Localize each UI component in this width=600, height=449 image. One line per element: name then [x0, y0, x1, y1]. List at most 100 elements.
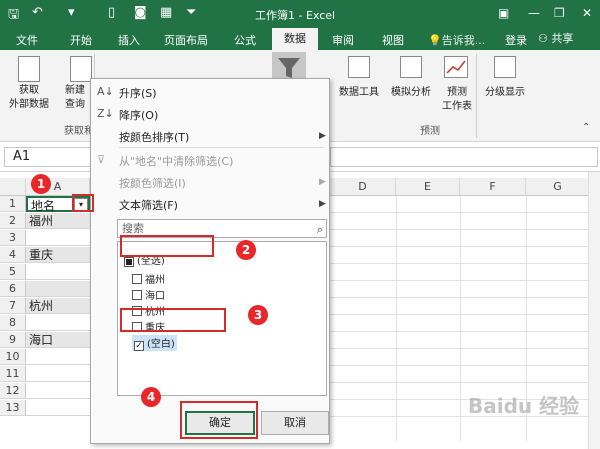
row-header[interactable]: 4 [0, 247, 26, 263]
sort-descending-item[interactable]: 降序(O) [119, 107, 158, 123]
tab-formulas[interactable]: 公式 [234, 32, 256, 48]
tab-file[interactable]: 文件 [16, 32, 38, 48]
checkbox-checked-icon: ✓ [134, 341, 144, 351]
customize-icon[interactable]: ⏷ [186, 5, 196, 20]
list-item[interactable]: 海口 [132, 287, 165, 302]
cell-a12[interactable] [26, 383, 90, 399]
watermark: Baidu 经验 [468, 394, 580, 418]
row-header[interactable]: 11 [0, 366, 26, 382]
undo-icon[interactable]: ↶ [32, 5, 43, 20]
close-icon[interactable]: ✕ [582, 6, 592, 20]
get-data-label-2: 外部数据 [9, 99, 49, 110]
list-item[interactable]: 福州 [132, 271, 165, 286]
camera-icon[interactable]: ◙ [134, 5, 147, 20]
whatif-icon [400, 56, 422, 78]
annotation-box [120, 308, 226, 332]
whatif-analysis-button[interactable]: 模拟分析 [386, 86, 436, 100]
cell-a13[interactable] [26, 400, 90, 416]
annotation-marker: 4 [141, 387, 161, 407]
redo-dropdown-icon[interactable]: ▾ [68, 5, 75, 20]
tab-data[interactable]: 数据 [272, 28, 318, 50]
tell-me-label: 告诉我... [441, 34, 486, 47]
cell-a3[interactable] [26, 230, 90, 246]
column-header-e[interactable]: E [396, 178, 460, 196]
row-header[interactable]: 10 [0, 349, 26, 365]
login-link[interactable]: 登录 [505, 32, 527, 48]
ribbon-display-icon[interactable]: ▣ [498, 6, 509, 20]
column-header-d[interactable]: D [330, 178, 396, 196]
save-icon[interactable]: 🖫 [8, 5, 19, 27]
minimize-icon[interactable]: — [528, 6, 540, 20]
tab-view[interactable]: 视图 [382, 32, 404, 48]
get-external-data-button[interactable]: 获取 外部数据 [2, 84, 56, 112]
ribbon-tabs: 文件 开始 插入 页面布局 公式 数据 审阅 视图 💡告诉我... 登录 ⚇ 共… [0, 28, 600, 50]
get-data-label: 获取 [19, 85, 39, 96]
cell-a6[interactable] [26, 281, 90, 297]
row-header[interactable]: 2 [0, 213, 26, 229]
cell-a7[interactable]: 杭州 [26, 298, 90, 314]
macro-icon[interactable]: ▦ [160, 5, 172, 20]
grid-line [330, 348, 600, 349]
forecast-sheet-button[interactable]: 预测 工作表 [440, 86, 474, 114]
row-header[interactable]: 12 [0, 383, 26, 399]
column-header-f[interactable]: F [460, 178, 526, 196]
new-query-label: 新建 [65, 85, 85, 96]
tell-me-input[interactable]: 💡告诉我... [428, 32, 485, 48]
outline-icon [494, 56, 516, 78]
row-header[interactable]: 1 [0, 196, 26, 212]
grid-line [330, 382, 600, 383]
group-forecast: 预测 [420, 126, 440, 137]
get-data-icon [18, 56, 40, 82]
sort-by-color-item[interactable]: 按颜色排序(T) [119, 129, 189, 145]
column-header-g[interactable]: G [526, 178, 590, 196]
list-item-label: (空白) [147, 339, 175, 350]
share-button[interactable]: ⚇ 共享 [538, 30, 598, 48]
cell-a10[interactable] [26, 349, 90, 365]
search-placeholder: 搜索 [122, 222, 144, 235]
row-header[interactable]: 6 [0, 281, 26, 297]
cell-a11[interactable] [26, 366, 90, 382]
text-filters-item[interactable]: 文本筛选(F) [119, 197, 178, 213]
search-icon: ⌕ [316, 223, 323, 236]
clear-filter-icon: ⊽ [97, 153, 106, 166]
sort-ascending-icon: A↓ [97, 85, 114, 98]
submenu-arrow-icon: ▶ [319, 199, 326, 209]
grid-line [330, 263, 600, 264]
cell-a9[interactable]: 海口 [26, 332, 90, 348]
window-title: 工作簿1 - Excel [255, 9, 336, 22]
cell-a2[interactable]: 福州 [26, 213, 90, 229]
outline-button[interactable]: 分级显示 [480, 86, 530, 100]
name-box[interactable]: A1 [4, 147, 92, 167]
select-all-corner[interactable] [0, 178, 26, 196]
cancel-button[interactable]: 取消 [261, 411, 329, 435]
row-header[interactable]: 13 [0, 400, 26, 416]
new-query-button[interactable]: 新建 查询 [60, 84, 90, 112]
list-item[interactable]: ✓ (空白) [132, 335, 177, 351]
cell-a5[interactable] [26, 264, 90, 280]
data-tools-icon [348, 56, 370, 78]
row-header[interactable]: 3 [0, 230, 26, 246]
cell-a8[interactable] [26, 315, 90, 331]
filter-by-color-item: 按颜色筛选(I) [119, 177, 186, 190]
restore-icon[interactable]: ❐ [554, 6, 565, 20]
vertical-scrollbar[interactable] [588, 172, 600, 449]
sort-ascending-item[interactable]: 升序(S) [119, 85, 157, 101]
formula-input[interactable] [330, 147, 598, 167]
tab-page-layout[interactable]: 页面布局 [164, 32, 208, 48]
new-icon[interactable]: ▯ [108, 5, 115, 20]
row-header[interactable]: 9 [0, 332, 26, 348]
tab-insert[interactable]: 插入 [118, 32, 140, 48]
forecast-label-2: 工作表 [442, 101, 472, 112]
annotation-box [120, 235, 214, 257]
row-header[interactable]: 5 [0, 264, 26, 280]
row-header[interactable]: 8 [0, 315, 26, 331]
tab-review[interactable]: 审阅 [332, 32, 354, 48]
collapse-ribbon-icon[interactable]: ⌃ [582, 122, 590, 133]
tab-home[interactable]: 开始 [70, 32, 92, 48]
submenu-arrow-icon: ▶ [319, 131, 326, 141]
row-header[interactable]: 7 [0, 298, 26, 314]
data-tools-button[interactable]: 数据工具 [334, 86, 384, 100]
cell-a4[interactable]: 重庆 [26, 247, 90, 263]
menu-separator [119, 147, 325, 148]
grid-line [330, 229, 600, 230]
